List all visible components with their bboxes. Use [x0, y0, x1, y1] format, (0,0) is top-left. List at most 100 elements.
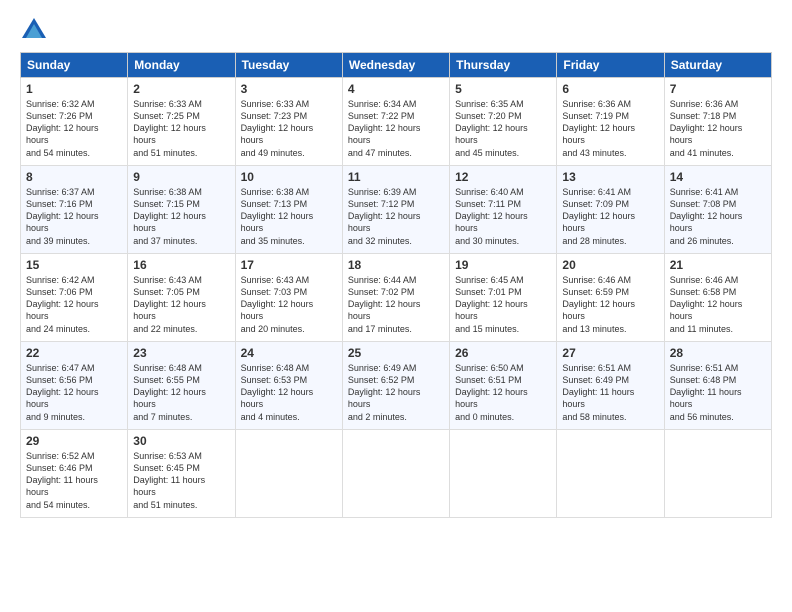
day-number: 4 — [348, 82, 444, 96]
calendar-cell: 19 Sunrise: 6:45 AM Sunset: 7:01 PM Dayl… — [450, 254, 557, 342]
calendar-cell: 28 Sunrise: 6:51 AM Sunset: 6:48 PM Dayl… — [664, 342, 771, 430]
calendar-week-row: 8 Sunrise: 6:37 AM Sunset: 7:16 PM Dayli… — [21, 166, 772, 254]
cell-content: Sunrise: 6:52 AM Sunset: 6:46 PM Dayligh… — [26, 450, 122, 511]
cell-content: Sunrise: 6:46 AM Sunset: 6:58 PM Dayligh… — [670, 274, 766, 335]
day-number: 15 — [26, 258, 122, 272]
cell-content: Sunrise: 6:33 AM Sunset: 7:25 PM Dayligh… — [133, 98, 229, 159]
calendar-cell: 26 Sunrise: 6:50 AM Sunset: 6:51 PM Dayl… — [450, 342, 557, 430]
calendar-header-monday: Monday — [128, 53, 235, 78]
calendar-cell: 4 Sunrise: 6:34 AM Sunset: 7:22 PM Dayli… — [342, 78, 449, 166]
cell-content: Sunrise: 6:49 AM Sunset: 6:52 PM Dayligh… — [348, 362, 444, 423]
cell-content: Sunrise: 6:40 AM Sunset: 7:11 PM Dayligh… — [455, 186, 551, 247]
calendar-cell: 24 Sunrise: 6:48 AM Sunset: 6:53 PM Dayl… — [235, 342, 342, 430]
calendar-cell: 23 Sunrise: 6:48 AM Sunset: 6:55 PM Dayl… — [128, 342, 235, 430]
cell-content: Sunrise: 6:33 AM Sunset: 7:23 PM Dayligh… — [241, 98, 337, 159]
calendar-week-row: 15 Sunrise: 6:42 AM Sunset: 7:06 PM Dayl… — [21, 254, 772, 342]
day-number: 12 — [455, 170, 551, 184]
calendar-cell: 17 Sunrise: 6:43 AM Sunset: 7:03 PM Dayl… — [235, 254, 342, 342]
day-number: 19 — [455, 258, 551, 272]
calendar-week-row: 22 Sunrise: 6:47 AM Sunset: 6:56 PM Dayl… — [21, 342, 772, 430]
calendar-header-row: SundayMondayTuesdayWednesdayThursdayFrid… — [21, 53, 772, 78]
day-number: 28 — [670, 346, 766, 360]
day-number: 16 — [133, 258, 229, 272]
calendar-header-saturday: Saturday — [664, 53, 771, 78]
calendar-cell — [450, 430, 557, 518]
cell-content: Sunrise: 6:41 AM Sunset: 7:08 PM Dayligh… — [670, 186, 766, 247]
day-number: 30 — [133, 434, 229, 448]
cell-content: Sunrise: 6:45 AM Sunset: 7:01 PM Dayligh… — [455, 274, 551, 335]
calendar-cell — [235, 430, 342, 518]
cell-content: Sunrise: 6:47 AM Sunset: 6:56 PM Dayligh… — [26, 362, 122, 423]
calendar-week-row: 29 Sunrise: 6:52 AM Sunset: 6:46 PM Dayl… — [21, 430, 772, 518]
day-number: 20 — [562, 258, 658, 272]
cell-content: Sunrise: 6:32 AM Sunset: 7:26 PM Dayligh… — [26, 98, 122, 159]
calendar-header-wednesday: Wednesday — [342, 53, 449, 78]
day-number: 24 — [241, 346, 337, 360]
cell-content: Sunrise: 6:34 AM Sunset: 7:22 PM Dayligh… — [348, 98, 444, 159]
calendar-header-sunday: Sunday — [21, 53, 128, 78]
cell-content: Sunrise: 6:50 AM Sunset: 6:51 PM Dayligh… — [455, 362, 551, 423]
day-number: 17 — [241, 258, 337, 272]
calendar-cell: 21 Sunrise: 6:46 AM Sunset: 6:58 PM Dayl… — [664, 254, 771, 342]
day-number: 3 — [241, 82, 337, 96]
day-number: 11 — [348, 170, 444, 184]
cell-content: Sunrise: 6:51 AM Sunset: 6:48 PM Dayligh… — [670, 362, 766, 423]
calendar-cell: 2 Sunrise: 6:33 AM Sunset: 7:25 PM Dayli… — [128, 78, 235, 166]
cell-content: Sunrise: 6:43 AM Sunset: 7:03 PM Dayligh… — [241, 274, 337, 335]
calendar-header-thursday: Thursday — [450, 53, 557, 78]
day-number: 9 — [133, 170, 229, 184]
cell-content: Sunrise: 6:48 AM Sunset: 6:55 PM Dayligh… — [133, 362, 229, 423]
day-number: 29 — [26, 434, 122, 448]
calendar-cell: 29 Sunrise: 6:52 AM Sunset: 6:46 PM Dayl… — [21, 430, 128, 518]
calendar-cell: 27 Sunrise: 6:51 AM Sunset: 6:49 PM Dayl… — [557, 342, 664, 430]
calendar-cell: 9 Sunrise: 6:38 AM Sunset: 7:15 PM Dayli… — [128, 166, 235, 254]
calendar-cell: 1 Sunrise: 6:32 AM Sunset: 7:26 PM Dayli… — [21, 78, 128, 166]
calendar-cell: 15 Sunrise: 6:42 AM Sunset: 7:06 PM Dayl… — [21, 254, 128, 342]
day-number: 27 — [562, 346, 658, 360]
cell-content: Sunrise: 6:43 AM Sunset: 7:05 PM Dayligh… — [133, 274, 229, 335]
day-number: 5 — [455, 82, 551, 96]
day-number: 10 — [241, 170, 337, 184]
calendar-cell: 8 Sunrise: 6:37 AM Sunset: 7:16 PM Dayli… — [21, 166, 128, 254]
day-number: 6 — [562, 82, 658, 96]
cell-content: Sunrise: 6:44 AM Sunset: 7:02 PM Dayligh… — [348, 274, 444, 335]
calendar: SundayMondayTuesdayWednesdayThursdayFrid… — [20, 52, 772, 518]
calendar-header-friday: Friday — [557, 53, 664, 78]
day-number: 22 — [26, 346, 122, 360]
cell-content: Sunrise: 6:36 AM Sunset: 7:18 PM Dayligh… — [670, 98, 766, 159]
calendar-cell: 11 Sunrise: 6:39 AM Sunset: 7:12 PM Dayl… — [342, 166, 449, 254]
calendar-cell — [342, 430, 449, 518]
calendar-cell — [557, 430, 664, 518]
calendar-cell: 10 Sunrise: 6:38 AM Sunset: 7:13 PM Dayl… — [235, 166, 342, 254]
calendar-cell: 12 Sunrise: 6:40 AM Sunset: 7:11 PM Dayl… — [450, 166, 557, 254]
day-number: 8 — [26, 170, 122, 184]
header — [20, 16, 772, 44]
cell-content: Sunrise: 6:48 AM Sunset: 6:53 PM Dayligh… — [241, 362, 337, 423]
day-number: 21 — [670, 258, 766, 272]
cell-content: Sunrise: 6:41 AM Sunset: 7:09 PM Dayligh… — [562, 186, 658, 247]
day-number: 26 — [455, 346, 551, 360]
calendar-cell: 22 Sunrise: 6:47 AM Sunset: 6:56 PM Dayl… — [21, 342, 128, 430]
calendar-cell: 13 Sunrise: 6:41 AM Sunset: 7:09 PM Dayl… — [557, 166, 664, 254]
calendar-cell: 18 Sunrise: 6:44 AM Sunset: 7:02 PM Dayl… — [342, 254, 449, 342]
day-number: 1 — [26, 82, 122, 96]
calendar-cell: 3 Sunrise: 6:33 AM Sunset: 7:23 PM Dayli… — [235, 78, 342, 166]
calendar-cell: 14 Sunrise: 6:41 AM Sunset: 7:08 PM Dayl… — [664, 166, 771, 254]
calendar-cell: 20 Sunrise: 6:46 AM Sunset: 6:59 PM Dayl… — [557, 254, 664, 342]
cell-content: Sunrise: 6:51 AM Sunset: 6:49 PM Dayligh… — [562, 362, 658, 423]
logo-icon — [20, 16, 48, 44]
day-number: 18 — [348, 258, 444, 272]
cell-content: Sunrise: 6:53 AM Sunset: 6:45 PM Dayligh… — [133, 450, 229, 511]
cell-content: Sunrise: 6:38 AM Sunset: 7:13 PM Dayligh… — [241, 186, 337, 247]
page: SundayMondayTuesdayWednesdayThursdayFrid… — [0, 0, 792, 612]
calendar-cell: 25 Sunrise: 6:49 AM Sunset: 6:52 PM Dayl… — [342, 342, 449, 430]
day-number: 23 — [133, 346, 229, 360]
cell-content: Sunrise: 6:39 AM Sunset: 7:12 PM Dayligh… — [348, 186, 444, 247]
cell-content: Sunrise: 6:42 AM Sunset: 7:06 PM Dayligh… — [26, 274, 122, 335]
day-number: 7 — [670, 82, 766, 96]
cell-content: Sunrise: 6:38 AM Sunset: 7:15 PM Dayligh… — [133, 186, 229, 247]
calendar-week-row: 1 Sunrise: 6:32 AM Sunset: 7:26 PM Dayli… — [21, 78, 772, 166]
cell-content: Sunrise: 6:35 AM Sunset: 7:20 PM Dayligh… — [455, 98, 551, 159]
cell-content: Sunrise: 6:46 AM Sunset: 6:59 PM Dayligh… — [562, 274, 658, 335]
calendar-header-tuesday: Tuesday — [235, 53, 342, 78]
